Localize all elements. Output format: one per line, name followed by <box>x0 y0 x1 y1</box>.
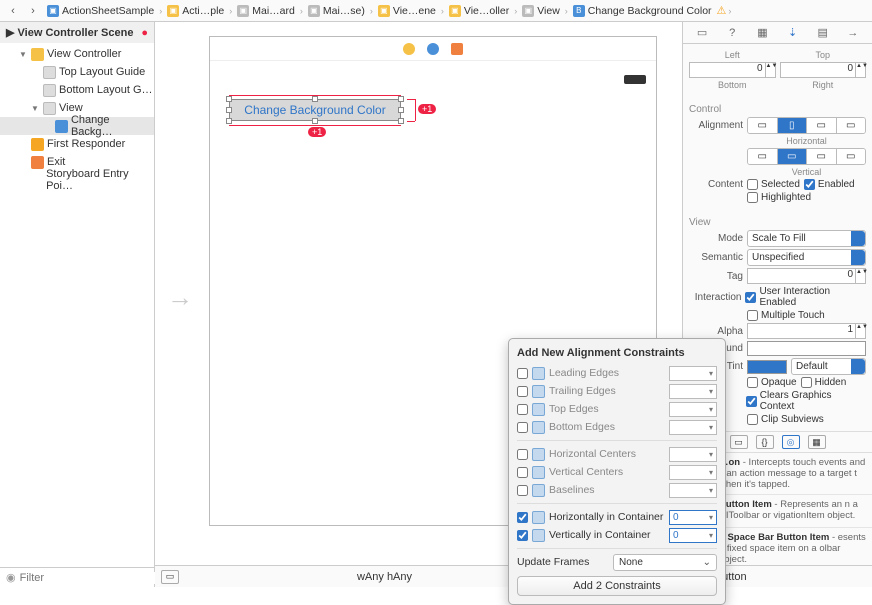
file-icon: ▣ <box>308 5 320 17</box>
button-icon: B <box>573 5 585 17</box>
constraint-row[interactable]: Vertically in Container0 <box>517 526 717 544</box>
v-align-segmented[interactable]: ▭▭▭▭ <box>747 148 866 165</box>
tint-select[interactable]: Default <box>791 358 866 375</box>
tab-connections-icon[interactable]: → <box>845 25 861 41</box>
tab-identity-icon[interactable]: ▦ <box>754 25 770 41</box>
entry-arrow-icon: → <box>167 282 193 313</box>
filter-icon: ◉ <box>6 571 16 584</box>
outline-header: ▶ View Controller Scene ● <box>0 22 154 43</box>
constraint-row[interactable]: Leading Edges <box>517 364 717 382</box>
update-frames-select[interactable]: None <box>613 554 717 571</box>
selected-ui-button[interactable]: Change Background Color +1 +1 <box>214 95 424 131</box>
alpha-field[interactable]: 1▲▼ <box>747 323 866 339</box>
tab-file-icon[interactable]: ▭ <box>694 25 710 41</box>
lib-tab-2[interactable]: {} <box>756 435 774 449</box>
selected-checkbox[interactable]: Selected <box>747 179 800 190</box>
crumb-6[interactable]: ▣View <box>519 5 563 17</box>
view-heading: View <box>689 217 866 228</box>
tab-help-icon[interactable]: ? <box>724 25 740 41</box>
constraint-row[interactable]: Trailing Edges <box>517 382 717 400</box>
inspector-tabs: ▭ ? ▦ ⇣ ▤ → <box>683 22 872 44</box>
outline-toggle-button[interactable]: ▭ <box>161 570 179 584</box>
nav-back-button[interactable]: ‹ <box>4 3 22 19</box>
inset-left-field[interactable]: 0▲▼ <box>689 62 776 78</box>
scene-dot-1-icon[interactable] <box>403 43 415 55</box>
tree-row[interactable]: Change Backg… <box>0 117 154 135</box>
folder-icon: ▣ <box>167 5 179 17</box>
opaque-checkbox[interactable]: Opaque <box>747 377 797 388</box>
background-colorwell[interactable] <box>747 341 866 356</box>
tree-row[interactable]: Storyboard Entry Poi… <box>0 171 154 189</box>
storyboard-icon: ▣ <box>237 5 249 17</box>
alignment-popover: Add New Alignment Constraints Leading Ed… <box>508 338 726 605</box>
crumb-0[interactable]: ▣ActionSheetSample <box>44 5 157 17</box>
multitouch-checkbox[interactable]: Multiple Touch <box>747 310 825 321</box>
clip-checkbox[interactable]: Clip Subviews <box>747 414 824 425</box>
outline-warning-icon[interactable]: ● <box>141 27 148 39</box>
crumb-1[interactable]: ▣Acti…ple <box>164 5 227 17</box>
tag-field[interactable]: 0▲▼ <box>747 268 866 284</box>
view-icon: ▣ <box>522 5 534 17</box>
inset-top-field[interactable]: 0▲▼ <box>780 62 867 78</box>
hidden-checkbox[interactable]: Hidden <box>801 377 847 388</box>
update-frames-label: Update Frames <box>517 556 609 568</box>
control-heading: Control <box>689 104 866 115</box>
lib-tab-3[interactable]: ◎ <box>782 435 800 449</box>
tree-row[interactable]: ▼View Controller <box>0 45 154 63</box>
crumb-3[interactable]: ▣Mai…se) <box>305 5 368 17</box>
breadcrumb-bar: ‹ › ▣ActionSheetSample› ▣Acti…ple› ▣Mai…… <box>0 0 872 22</box>
cgc-checkbox[interactable]: Clears Graphics Context <box>746 390 866 412</box>
constraint-badge-right: +1 <box>418 104 436 114</box>
lib-tab-4[interactable]: ▦ <box>808 435 826 449</box>
tint-colorwell[interactable] <box>747 360 787 374</box>
document-outline: ▶ View Controller Scene ● ▼View Controll… <box>0 22 155 587</box>
tree-row[interactable]: Bottom Layout G… <box>0 81 154 99</box>
constraint-row[interactable]: Vertical Centers <box>517 463 717 481</box>
nav-forward-button[interactable]: › <box>24 3 42 19</box>
scene-icon: ▣ <box>378 5 390 17</box>
constraint-row[interactable]: Horizontal Centers <box>517 445 717 463</box>
tab-attributes-icon[interactable]: ⇣ <box>785 25 801 41</box>
vc-icon: ▣ <box>449 5 461 17</box>
project-icon: ▣ <box>47 5 59 17</box>
tree-row[interactable]: Top Layout Guide <box>0 63 154 81</box>
h-align-segmented[interactable]: ▭▯▭▭ <box>747 117 866 134</box>
crumb-7[interactable]: BChange Background Color <box>570 5 715 17</box>
scene-dot-2-icon[interactable] <box>427 43 439 55</box>
constraint-row[interactable]: Baselines <box>517 481 717 499</box>
constraint-row[interactable]: Top Edges <box>517 400 717 418</box>
uie-checkbox[interactable]: User Interaction Enabled <box>745 286 866 308</box>
mode-select[interactable]: Scale To Fill <box>747 230 866 247</box>
constraint-row[interactable]: Bottom Edges <box>517 418 717 436</box>
crumb-5[interactable]: ▣Vie…oller <box>446 5 512 17</box>
enabled-checkbox[interactable]: Enabled <box>804 179 855 190</box>
highlighted-checkbox[interactable]: Highlighted <box>747 192 811 203</box>
battery-icon <box>624 75 646 84</box>
tab-size-icon[interactable]: ▤ <box>815 25 831 41</box>
add-constraints-button[interactable]: Add 2 Constraints <box>517 576 717 596</box>
lib-tab-1[interactable]: ▭ <box>730 435 748 449</box>
popover-title: Add New Alignment Constraints <box>517 347 717 359</box>
crumb-4[interactable]: ▣Vie…ene <box>375 5 439 17</box>
crumb-2[interactable]: ▣Mai…ard <box>234 5 298 17</box>
semantic-select[interactable]: Unspecified <box>747 249 866 266</box>
constraint-badge-bottom: +1 <box>308 127 326 137</box>
constraint-row[interactable]: Horizontally in Container0 <box>517 508 717 526</box>
outline-filter-input[interactable] <box>20 572 162 584</box>
scene-dot-3-icon[interactable] <box>451 43 463 55</box>
warning-icon[interactable]: ⚠ <box>717 4 727 17</box>
